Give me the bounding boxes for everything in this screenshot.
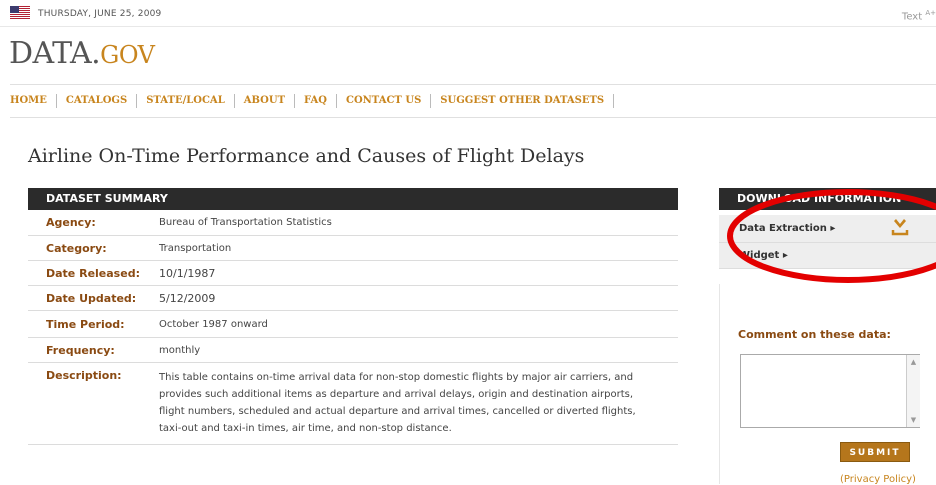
row-value: 5/12/2009 xyxy=(159,292,216,305)
row-label: Frequency: xyxy=(46,344,115,357)
nav-suggest-datasets[interactable]: SUGGEST OTHER DATASETS xyxy=(431,94,615,108)
nav-catalogs[interactable]: CATALOGS xyxy=(57,94,138,108)
summary-header: DATASET SUMMARY xyxy=(28,188,678,210)
current-date: THURSDAY, JUNE 25, 2009 xyxy=(38,9,162,19)
submit-button[interactable]: SUBMIT xyxy=(840,442,910,462)
summary-row-time-period: Time Period: October 1987 onward xyxy=(28,311,678,338)
dataset-summary: DATASET SUMMARY Agency: Bureau of Transp… xyxy=(28,188,678,445)
privacy-policy-link[interactable]: (Privacy Policy) xyxy=(840,474,916,485)
scroll-down-icon[interactable]: ▼ xyxy=(908,415,919,425)
nav-faq[interactable]: FAQ xyxy=(295,94,337,108)
text-size-label: Text xyxy=(901,11,923,23)
summary-row-description: Description: This table contains on-time… xyxy=(28,363,678,445)
nav-home[interactable]: HOME xyxy=(10,94,57,108)
row-label: Date Released: xyxy=(46,267,140,280)
scroll-up-icon[interactable]: ▲ xyxy=(908,357,919,367)
summary-row-frequency: Frequency: monthly xyxy=(28,338,678,363)
nav-about[interactable]: ABOUT xyxy=(235,94,296,108)
row-label: Category: xyxy=(46,242,107,255)
highlight-ellipse xyxy=(727,189,936,283)
logo-gov-text: GOV xyxy=(100,41,155,69)
page-title: Airline On-Time Performance and Causes o… xyxy=(28,145,585,167)
row-label: Description: xyxy=(46,369,122,382)
site-logo[interactable]: DATA.GOV xyxy=(9,36,155,71)
nav-contact-us[interactable]: CONTACT US xyxy=(337,94,432,108)
row-value: Bureau of Transportation Statistics xyxy=(159,217,332,228)
top-bar: THURSDAY, JUNE 25, 2009 Text A+ xyxy=(0,0,936,26)
comment-label: Comment on these data: xyxy=(738,328,891,341)
row-value: monthly xyxy=(159,345,201,356)
summary-row-category: Category: Transportation xyxy=(28,236,678,261)
summary-row-agency: Agency: Bureau of Transportation Statist… xyxy=(28,210,678,236)
text-size-control[interactable]: Text A+ xyxy=(902,9,936,22)
logo-main-text: DATA. xyxy=(9,36,101,71)
row-value: Transportation xyxy=(159,243,232,254)
summary-row-date-updated: Date Updated: 5/12/2009 xyxy=(28,286,678,311)
main-nav: HOME CATALOGS STATE/LOCAL ABOUT FAQ CONT… xyxy=(10,84,936,118)
row-label: Date Updated: xyxy=(46,292,137,305)
comment-textarea[interactable] xyxy=(740,354,920,428)
row-value: 10/1/1987 xyxy=(159,267,216,280)
row-value: This table contains on-time arrival data… xyxy=(159,372,636,434)
summary-row-date-released: Date Released: 10/1/1987 xyxy=(28,261,678,286)
row-value: October 1987 onward xyxy=(159,319,268,330)
top-divider xyxy=(0,26,936,27)
nav-state-local[interactable]: STATE/LOCAL xyxy=(137,94,235,108)
text-size-increase[interactable]: A+ xyxy=(925,9,936,17)
row-label: Agency: xyxy=(46,216,96,229)
row-label: Time Period: xyxy=(46,318,125,331)
us-flag-icon xyxy=(10,6,30,19)
comment-scrollbar[interactable]: ▲ ▼ xyxy=(906,355,920,427)
